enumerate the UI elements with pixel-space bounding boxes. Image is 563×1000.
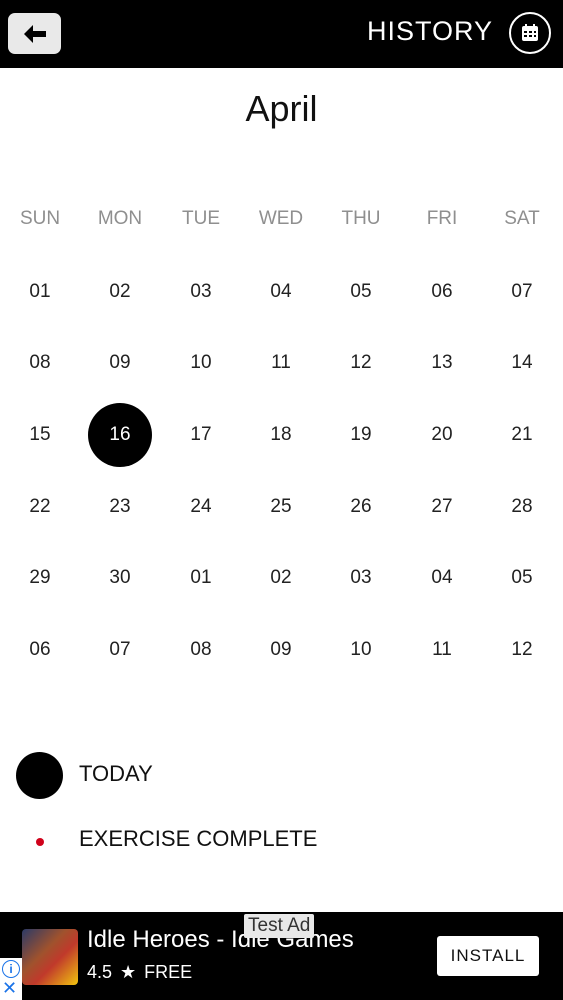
weekday-header: SUN MON TUE WED THU FRI SAT (0, 208, 563, 234)
calendar-day[interactable]: 25 (249, 475, 313, 539)
calendar-day[interactable]: 14 (490, 331, 554, 395)
ad-price: FREE (144, 962, 193, 982)
calendar-day[interactable]: 03 (329, 546, 393, 610)
calendar-day[interactable]: 01 (169, 546, 233, 610)
calendar-day[interactable]: 12 (490, 618, 554, 682)
calendar-day-today[interactable]: 16 (88, 403, 152, 467)
calendar-day[interactable]: 15 (8, 403, 72, 467)
calendar-day[interactable]: 08 (8, 331, 72, 395)
calendar-day[interactable]: 04 (410, 546, 474, 610)
weekday-sat: SAT (504, 208, 540, 229)
install-button[interactable]: INSTALL (437, 936, 539, 976)
calendar-day[interactable]: 02 (88, 260, 152, 324)
calendar-day[interactable]: 08 (169, 618, 233, 682)
calendar-day[interactable]: 19 (329, 403, 393, 467)
top-bar: HISTORY (0, 0, 563, 68)
calendar-day[interactable]: 20 (410, 403, 474, 467)
back-button[interactable] (8, 13, 61, 54)
calendar-day[interactable]: 28 (490, 475, 554, 539)
weekday-fri: FRI (426, 208, 458, 229)
calendar-day[interactable]: 22 (8, 475, 72, 539)
weekday-tue: TUE (182, 208, 220, 229)
weekday-mon: MON (97, 208, 143, 229)
calendar-day[interactable]: 11 (249, 331, 313, 395)
weekday-wed: WED (258, 208, 304, 229)
calendar-day[interactable]: 13 (410, 331, 474, 395)
calendar-day[interactable]: 05 (329, 260, 393, 324)
calendar-day[interactable]: 06 (410, 260, 474, 324)
calendar-day[interactable]: 30 (88, 546, 152, 610)
calendar-day[interactable]: 03 (169, 260, 233, 324)
weekday-sun: SUN (19, 208, 61, 229)
exercise-complete-legend-dot (36, 838, 44, 846)
ad-rating: 4.5 (87, 962, 113, 982)
exercise-complete-legend-label: EXERCISE COMPLETE (79, 826, 318, 851)
page-title: HISTORY (366, 16, 493, 46)
ad-app-thumbnail[interactable] (22, 929, 78, 985)
calendar-day[interactable]: 07 (88, 618, 152, 682)
calendar-day[interactable]: 26 (329, 475, 393, 539)
calendar-day[interactable]: 09 (249, 618, 313, 682)
calendar-grid: 01 02 03 04 05 06 07 08 09 10 11 12 13 14 15 16 17 18 19 20… (0, 256, 563, 686)
calendar-button[interactable] (509, 12, 551, 54)
calendar-day[interactable]: 11 (410, 618, 474, 682)
calendar-day[interactable]: 27 (410, 475, 474, 539)
calendar-day[interactable]: 23 (88, 475, 152, 539)
calendar-day[interactable]: 02 (249, 546, 313, 610)
ad-rating-row: 4.5 ★ FREE (87, 962, 192, 983)
month-title: April (245, 88, 318, 129)
arrow-left-icon (23, 24, 46, 43)
calendar-day[interactable]: 12 (329, 331, 393, 395)
calendar-day[interactable]: 07 (490, 260, 554, 324)
calendar-day[interactable]: 09 (88, 331, 152, 395)
calendar-day[interactable]: 29 (8, 546, 72, 610)
calendar-day[interactable]: 10 (169, 331, 233, 395)
calendar-day[interactable]: 05 (490, 546, 554, 610)
calendar-day[interactable]: 01 (8, 260, 72, 324)
calendar-day[interactable]: 17 (169, 403, 233, 467)
today-legend-label: TODAY (79, 761, 153, 786)
calendar-day[interactable]: 21 (490, 403, 554, 467)
calendar-day[interactable]: 06 (8, 618, 72, 682)
info-icon[interactable]: i (2, 960, 20, 978)
today-legend-dot (16, 752, 63, 799)
star-icon: ★ (120, 962, 137, 982)
weekday-thu: THU (341, 208, 381, 229)
close-icon[interactable]: ✕ (2, 978, 17, 998)
calendar-day[interactable]: 10 (329, 618, 393, 682)
test-ad-badge: Test Ad (244, 914, 315, 938)
calendar-day[interactable]: 24 (169, 475, 233, 539)
calendar-day[interactable]: 18 (249, 403, 313, 467)
calendar-icon (522, 24, 538, 41)
calendar-day[interactable]: 04 (249, 260, 313, 324)
